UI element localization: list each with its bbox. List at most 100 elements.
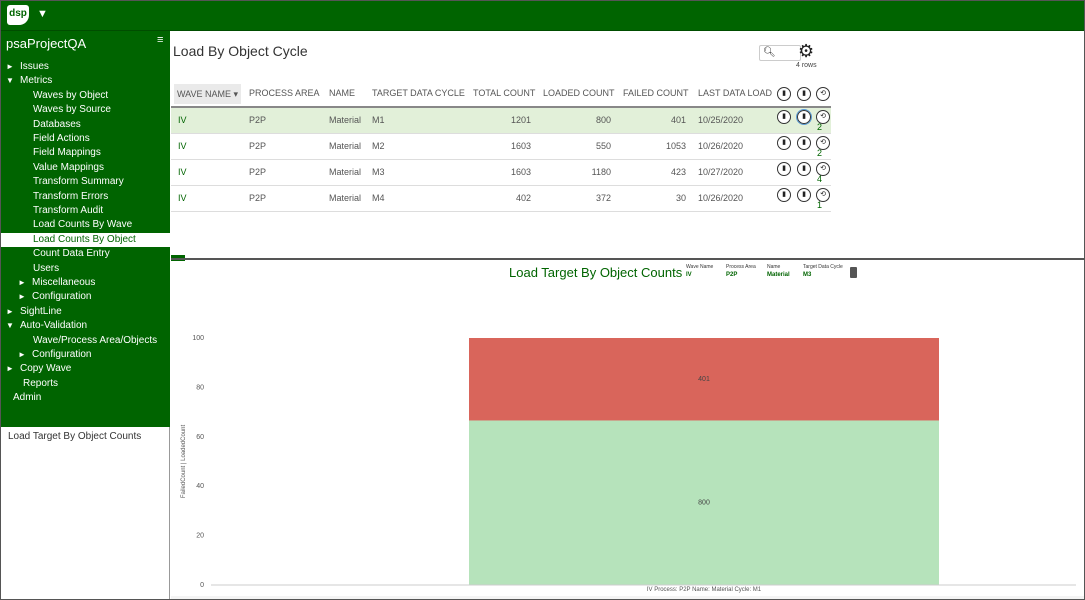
sidebar-item-label: Configuration	[32, 291, 92, 303]
sidebar-item-label: Waves by Object	[33, 89, 109, 101]
row-chart-icon[interactable]: ▮	[796, 109, 812, 125]
search-input[interactable]: 🔍︎	[759, 45, 801, 61]
row-chart-icon[interactable]: ▮	[797, 136, 811, 150]
cell-cycle: M4	[372, 193, 385, 203]
cell-last: 10/27/2020	[698, 167, 744, 177]
chart-icon[interactable]: ▮	[777, 87, 791, 101]
column-header-name[interactable]: NAME	[329, 88, 355, 98]
sidebar-item-copy-wave[interactable]: ► Copy Wave	[6, 362, 71, 376]
sidebar-item-waves-by-source[interactable]: Waves by Source	[33, 103, 111, 117]
expanded-arrow-icon[interactable]: ▼	[6, 319, 20, 333]
cell-total: 1201	[510, 115, 531, 125]
sidebar-item-field-mappings[interactable]: Field Mappings	[33, 146, 101, 160]
column-header-last-data-load[interactable]: LAST DATA LOAD	[698, 88, 772, 98]
row-chart-icon[interactable]: ▮	[777, 162, 791, 176]
sidebar-item-label: Reports	[23, 377, 59, 389]
collapsed-arrow-icon[interactable]: ►	[6, 305, 20, 319]
project-title: psaProjectQA	[6, 36, 87, 51]
sidebar-item-configuration[interactable]: ► Configuration	[18, 348, 91, 362]
cell-name: Material	[329, 167, 362, 177]
collapsed-arrow-icon[interactable]: ►	[6, 60, 20, 74]
sidebar-item-label: Wave/Process Area/Objects	[33, 334, 158, 346]
hamburger-menu-icon[interactable]: ≡	[157, 34, 163, 46]
sidebar-item-label: Value Mappings	[33, 161, 104, 173]
cell-loaded: 800	[595, 115, 611, 125]
page-title: Load By Object Cycle	[173, 43, 308, 59]
column-header-total-count[interactable]: TOTAL COUNT	[473, 88, 535, 98]
table-row[interactable]: IV P2P Material M4 402 372 30 10/26/2020 ▮ ▮ ⟲ 1	[171, 186, 831, 212]
sidebar-item-configuration[interactable]: ► Configuration	[18, 290, 91, 304]
history-count[interactable]: 4	[817, 174, 822, 184]
sidebar-item-miscellaneous[interactable]: ► Miscellaneous	[18, 276, 95, 290]
data-label: 401	[698, 376, 710, 383]
history-count[interactable]: 1	[817, 200, 822, 210]
cell-process: P2P	[249, 141, 267, 151]
sidebar-item-issues[interactable]: ► Issues	[6, 60, 49, 74]
sidebar-item-label: Load Counts By Wave	[33, 219, 133, 231]
search-icon[interactable]: 🔍︎	[763, 47, 776, 58]
sidebar-item-value-mappings[interactable]: Value Mappings	[33, 161, 104, 175]
app-menu-caret-icon[interactable]: ▼	[37, 8, 48, 20]
chart-icon[interactable]: ▮	[797, 87, 811, 101]
sidebar-item-label: Field Mappings	[33, 147, 101, 159]
table-row[interactable]: IV P2P Material M1 1201 800 401 10/25/2020 ▮ ▮ ⟲ 2	[171, 108, 831, 134]
table-row[interactable]: IV P2P Material M3 1603 1180 423 10/27/2020 ▮ ▮ ⟲ 4	[171, 160, 831, 186]
sidebar-item-metrics[interactable]: ▼ Metrics	[6, 74, 52, 88]
column-header-process-area[interactable]: PROCESS AREA	[249, 88, 320, 98]
cell-wave: IV	[178, 141, 187, 151]
sidebar-item-transform-summary[interactable]: Transform Summary	[33, 175, 124, 189]
sidebar-item-sightline[interactable]: ► SightLine	[6, 305, 62, 319]
row-chart-icon[interactable]: ▮	[777, 188, 791, 202]
column-header-failed-count[interactable]: FAILED COUNT	[623, 88, 689, 98]
row-chart-icon[interactable]: ▮	[777, 136, 791, 150]
sidebar-item-label: Users	[33, 262, 60, 274]
column-header-loaded-count[interactable]: LOADED COUNT	[543, 88, 615, 98]
sidebar-item-label: Metrics	[20, 75, 53, 87]
row-chart-icon[interactable]: ▮	[797, 162, 811, 176]
row-chart-icon[interactable]: ▮	[777, 110, 791, 124]
sidebar-item-label: Transform Errors	[33, 190, 109, 202]
sidebar-item-count-data-entry[interactable]: Count Data Entry	[33, 247, 110, 261]
sidebar-item-field-actions[interactable]: Field Actions	[33, 132, 90, 146]
sidebar-item-label: SightLine	[20, 305, 62, 317]
sidebar-item-label: Waves by Source	[33, 104, 111, 116]
sidebar-item-label: Copy Wave	[20, 363, 72, 375]
y-tick-label: 60	[196, 434, 204, 441]
history-icon[interactable]: ⟲	[816, 87, 830, 101]
collapsed-arrow-icon[interactable]: ►	[18, 348, 32, 362]
sidebar-item-admin[interactable]: Admin	[13, 391, 41, 405]
sidebar-item-reports[interactable]: Reports	[23, 377, 58, 391]
column-header-wave-name[interactable]: WAVE NAME ▾	[174, 84, 242, 104]
sidebar-item-users[interactable]: Users	[33, 262, 59, 276]
history-count[interactable]: 2	[817, 122, 822, 132]
sidebar-item-label: Transform Audit	[33, 205, 104, 216]
cell-process: P2P	[249, 115, 267, 125]
cell-failed: 1053	[665, 141, 686, 151]
sidebar-item-label: Auto-Validation	[20, 320, 88, 332]
sidebar-item-databases[interactable]: Databases	[33, 118, 81, 132]
sidebar-item-load-counts-by-object[interactable]: Load Counts By Object	[1, 232, 170, 247]
collapsed-arrow-icon[interactable]: ►	[18, 276, 32, 290]
dsp-logo[interactable]: dsp	[7, 5, 29, 25]
sidebar-nav: psaProjectQA ≡ ► Issues ▼ Metrics Waves by O…	[1, 31, 170, 427]
sidebar-item-transform-errors[interactable]: Transform Errors	[33, 190, 108, 204]
expanded-arrow-icon[interactable]: ▼	[6, 74, 20, 88]
sidebar-item-label: Databases	[33, 118, 81, 130]
sidebar-item-wave-process-area-objects[interactable]: Wave/Process Area/Objects	[33, 334, 157, 348]
collapsed-arrow-icon[interactable]: ►	[18, 290, 32, 304]
collapsed-arrow-icon[interactable]: ►	[6, 362, 20, 376]
panel-splitter[interactable]	[171, 258, 1084, 260]
y-tick-label: 0	[200, 582, 204, 589]
cell-name: Material	[329, 115, 362, 125]
sidebar-item-transform-audit[interactable]: Transform Audit	[33, 204, 103, 218]
top-bar: dsp ▼	[1, 1, 1084, 31]
sidebar-item-auto-validation[interactable]: ▼ Auto-Validation	[6, 319, 87, 333]
column-header-target-data-cycle[interactable]: TARGET DATA CYCLE	[372, 88, 465, 98]
gear-icon[interactable]: ⚙	[798, 41, 814, 62]
history-count[interactable]: 2	[817, 148, 822, 158]
sidebar-item-load-counts-by-wave[interactable]: Load Counts By Wave	[33, 218, 132, 232]
table-row[interactable]: IV P2P Material M2 1603 550 1053 10/26/2020 ▮ ▮ ⟲ 2	[171, 134, 831, 160]
sidebar-item-waves-by-object[interactable]: Waves by Object	[33, 89, 108, 103]
sidebar-item-label: Configuration	[32, 349, 92, 360]
row-chart-icon[interactable]: ▮	[797, 188, 811, 202]
